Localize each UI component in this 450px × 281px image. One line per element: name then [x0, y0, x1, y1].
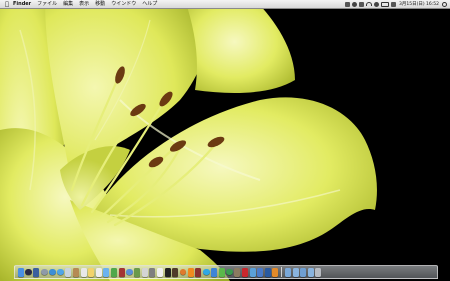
mail-icon[interactable] — [65, 267, 72, 277]
chrome-icon[interactable] — [226, 268, 233, 276]
photo-booth-icon[interactable] — [118, 267, 125, 277]
volume-icon[interactable] — [374, 1, 379, 7]
contacts-icon[interactable] — [72, 267, 79, 277]
menu-file[interactable]: ファイル — [34, 0, 60, 9]
firefox-icon[interactable] — [179, 268, 187, 276]
dictionary-icon[interactable] — [195, 267, 202, 277]
menu-clock[interactable]: 3月15日(日) 16:52 — [399, 1, 439, 7]
facetime-icon[interactable] — [110, 267, 117, 277]
timemachine-icon[interactable] — [352, 1, 357, 7]
daylily-wallpaper-image — [0, 0, 450, 281]
skype-icon[interactable] — [203, 268, 210, 276]
reminders-icon[interactable] — [95, 267, 102, 277]
finder-icon[interactable] — [17, 267, 24, 277]
folder-icon[interactable] — [307, 267, 314, 277]
illustrator-icon[interactable] — [272, 267, 279, 277]
gimp-icon[interactable] — [234, 267, 241, 277]
dropbox-icon[interactable] — [211, 267, 218, 277]
input-menu-icon[interactable] — [391, 1, 396, 7]
menu-extras: 3月15日(日) 16:52 — [344, 1, 450, 7]
downloads-folder-icon[interactable] — [300, 267, 307, 277]
preview-icon[interactable] — [141, 267, 148, 277]
iphoto-icon[interactable] — [134, 267, 141, 277]
menu-go[interactable]: 移動 — [92, 0, 108, 9]
safari-icon[interactable] — [57, 268, 64, 276]
mission-control-icon[interactable] — [33, 267, 40, 277]
battery-icon[interactable] — [381, 1, 389, 7]
itunes-icon[interactable] — [126, 268, 133, 276]
airplay-icon[interactable] — [345, 1, 350, 7]
menu-app-name[interactable]: Finder — [10, 0, 34, 9]
desktop-wallpaper — [0, 0, 450, 281]
utilities-icon[interactable] — [249, 267, 256, 277]
menu-edit[interactable]: 編集 — [60, 0, 76, 9]
menu-window[interactable]: ウインドウ — [108, 0, 139, 9]
spotlight-search-icon[interactable] — [442, 1, 447, 7]
applications-folder-icon[interactable] — [284, 267, 291, 277]
wifi-icon[interactable] — [366, 2, 372, 6]
dock — [14, 265, 438, 279]
system-preferences-icon[interactable] — [149, 267, 156, 277]
calendar-icon[interactable] — [80, 267, 87, 277]
terminal-icon[interactable] — [164, 267, 171, 277]
notes-icon[interactable] — [88, 267, 95, 277]
textedit-icon[interactable] — [156, 267, 163, 277]
chess-icon[interactable] — [172, 267, 179, 277]
dashboard-icon[interactable] — [25, 268, 32, 276]
messages-icon[interactable] — [103, 267, 110, 277]
photoshop-icon[interactable] — [264, 267, 271, 277]
menu-help[interactable]: ヘルプ — [139, 0, 160, 9]
menu-bar:  Finder ファイル 編集 表示 移動 ウインドウ ヘルプ 3月15日(日… — [0, 0, 450, 9]
trash-icon[interactable] — [315, 267, 322, 277]
app-store-icon[interactable] — [49, 268, 56, 276]
launchpad-icon[interactable] — [41, 268, 48, 276]
menu-view[interactable]: 表示 — [76, 0, 92, 9]
evernote-icon[interactable] — [218, 267, 225, 277]
bluetooth-icon[interactable] — [359, 1, 364, 7]
flash-icon[interactable] — [242, 267, 249, 277]
dock-separator — [281, 267, 283, 277]
xcode-icon[interactable] — [257, 267, 264, 277]
vlc-icon[interactable] — [187, 267, 194, 277]
documents-folder-icon[interactable] — [292, 267, 299, 277]
